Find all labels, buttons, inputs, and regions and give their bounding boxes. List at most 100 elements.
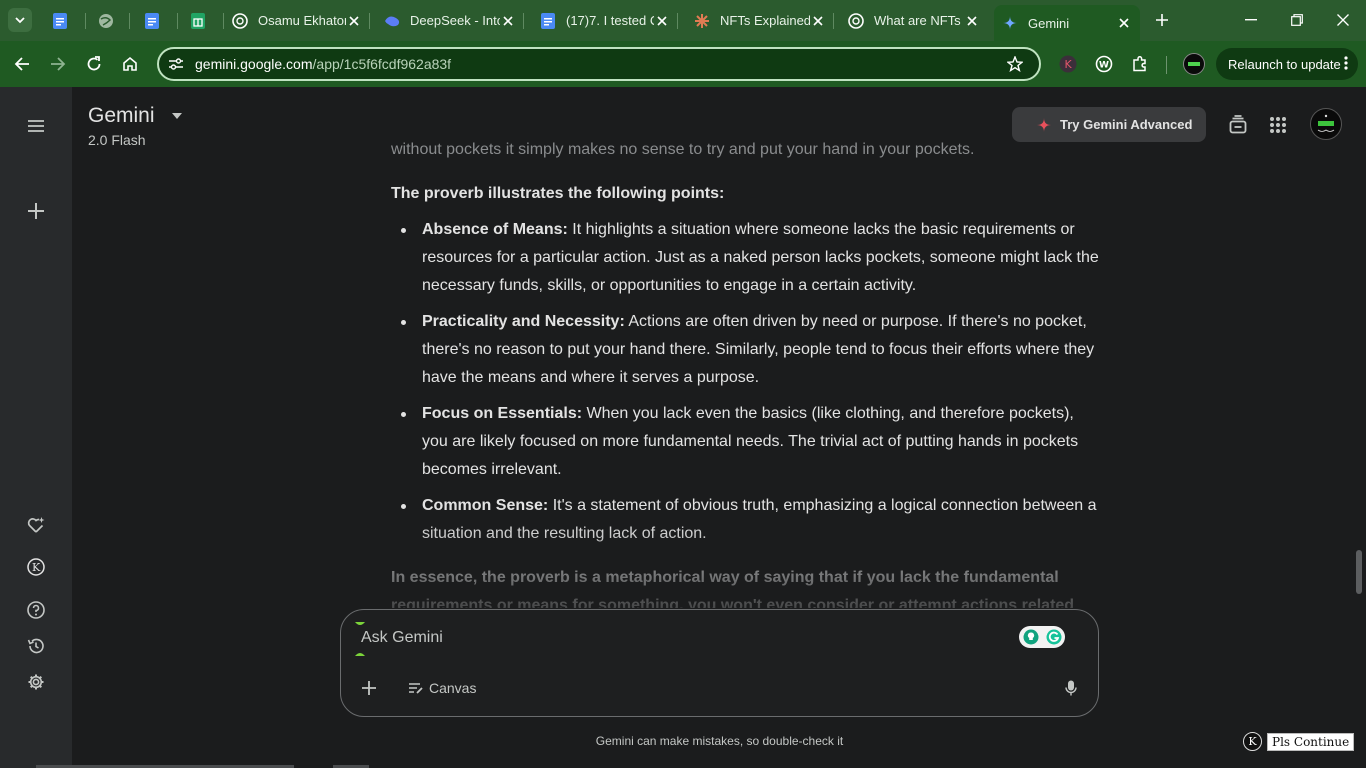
heart-sparkle-icon: [27, 517, 45, 533]
restore-icon: [1291, 14, 1303, 26]
tab-title: DeepSeek - Into: [410, 13, 500, 28]
grammarly-marker-icon: [355, 653, 365, 656]
grammarly-icon: [1046, 629, 1061, 645]
docs-icon: [540, 12, 556, 29]
tab-docs-2[interactable]: [136, 5, 178, 36]
more-vert-icon: [1344, 55, 1348, 73]
bookmark-star-icon[interactable]: [1003, 52, 1027, 76]
address-bar[interactable]: gemini.google.com/app/1c5f6fcdf962a83f: [157, 47, 1041, 81]
prompt-box[interactable]: Ask Gemini Canvas: [340, 609, 1099, 717]
k-extension-icon: K: [27, 558, 45, 576]
summary-paragraph: In essence, the proverb is a metaphorica…: [391, 569, 1075, 608]
reload-button[interactable]: [80, 50, 108, 78]
apps-grid-icon: [1270, 117, 1286, 133]
tab-osamu[interactable]: Osamu Ekhator: [224, 5, 370, 36]
tab-search-button[interactable]: [8, 8, 32, 32]
openai-icon: [232, 12, 248, 29]
new-chat-button[interactable]: [22, 197, 50, 225]
tab-deepseek[interactable]: DeepSeek - Into: [376, 5, 524, 36]
try-gemini-advanced-button[interactable]: Try Gemini Advanced: [1012, 107, 1206, 142]
deepseek-icon: [384, 13, 400, 29]
k-extension-icon: K: [1059, 55, 1077, 73]
tab-gemini[interactable]: Gemini: [994, 5, 1140, 41]
grammarly-widget[interactable]: [1019, 626, 1065, 648]
forward-button[interactable]: [44, 50, 72, 78]
restore-button[interactable]: [1274, 6, 1320, 34]
puzzle-icon: [1133, 55, 1146, 72]
tab-nfts-explained[interactable]: NFTs Explained: [686, 5, 834, 36]
docs-icon: [144, 12, 160, 29]
share-button[interactable]: [1225, 112, 1251, 138]
history-icon: [27, 638, 44, 654]
claude-icon: [694, 13, 710, 29]
pls-continue-label[interactable]: Pls Continue: [1267, 732, 1355, 751]
close-icon[interactable]: [964, 13, 980, 29]
close-icon[interactable]: [1116, 15, 1132, 31]
profile-avatar-icon: [1183, 53, 1205, 75]
canvas-icon: [407, 679, 425, 697]
back-button[interactable]: [8, 50, 36, 78]
activity-button[interactable]: [22, 632, 50, 660]
settings-button[interactable]: [22, 668, 50, 696]
clipped-paragraph: without pockets it simply makes no sense…: [391, 141, 975, 158]
tab-docs-tested[interactable]: (17)7. I tested C: [532, 5, 678, 36]
plus-icon: [1156, 14, 1168, 26]
svg-text:W: W: [1099, 61, 1109, 71]
extension-w-button[interactable]: W: [1092, 52, 1116, 76]
help-button[interactable]: [22, 596, 50, 624]
tab-globe[interactable]: [90, 5, 130, 36]
gemini-icon: [1002, 15, 1018, 31]
point-term: Practicality and Necessity:: [422, 313, 625, 330]
new-tab-button[interactable]: [1150, 8, 1174, 32]
tab-title: Osamu Ekhator: [258, 13, 346, 28]
close-window-button[interactable]: [1320, 6, 1366, 34]
profile-button[interactable]: [1182, 52, 1206, 76]
sparkle-icon: [1036, 117, 1052, 133]
tab-docs-1[interactable]: [44, 5, 86, 36]
url-text: gemini.google.com/app/1c5f6fcdf962a83f: [195, 56, 1003, 72]
minimize-button[interactable]: [1228, 6, 1274, 34]
close-icon[interactable]: [654, 13, 670, 29]
tab-strip: Osamu Ekhator DeepSeek - Into (17)7. I t…: [0, 0, 1366, 41]
avatar-image-icon: [1317, 114, 1335, 132]
extension-k-button[interactable]: K: [1056, 52, 1080, 76]
w-extension-icon: W: [1095, 55, 1113, 73]
relaunch-button[interactable]: Relaunch to update: [1216, 48, 1358, 80]
account-avatar[interactable]: [1310, 108, 1342, 140]
globe-icon: [98, 13, 114, 29]
main-menu-button[interactable]: [22, 112, 50, 140]
gear-icon: [28, 674, 44, 690]
pls-continue-widget[interactable]: K Pls Continue: [1243, 732, 1355, 751]
close-icon[interactable]: [500, 13, 516, 29]
home-button[interactable]: [116, 50, 144, 78]
home-icon: [123, 56, 137, 71]
browser-toolbar: gemini.google.com/app/1c5f6fcdf962a83f K…: [0, 41, 1366, 87]
tab-sheets[interactable]: [182, 5, 224, 36]
points-list: Absence of Means: It highlights a situat…: [391, 216, 1103, 556]
gems-button[interactable]: [22, 511, 50, 539]
site-info-icon[interactable]: [165, 53, 187, 75]
list-item: Practicality and Necessity: Actions are …: [401, 308, 1103, 392]
share-stack-icon: [1229, 115, 1247, 134]
close-icon: [1337, 14, 1349, 26]
prompt-input[interactable]: Ask Gemini: [361, 629, 443, 647]
list-item: Common Sense: It's a statement of obviou…: [401, 492, 1103, 548]
add-attachment-button[interactable]: [357, 676, 381, 700]
google-apps-button[interactable]: [1265, 112, 1291, 138]
model-name: 2.0 Flash: [88, 132, 146, 148]
arrow-right-icon: [51, 57, 66, 71]
scrollbar-thumb[interactable]: [1356, 550, 1362, 594]
try-advanced-label: Try Gemini Advanced: [1060, 117, 1193, 132]
app-title: Gemini: [88, 104, 155, 127]
microphone-button[interactable]: [1059, 676, 1083, 700]
list-item: Focus on Essentials: When you lack even …: [401, 400, 1103, 484]
tab-what-are-nfts[interactable]: What are NFTs: [840, 5, 988, 36]
close-icon[interactable]: [346, 13, 362, 29]
k-extension-sidebar-button[interactable]: K: [22, 553, 50, 581]
canvas-button[interactable]: Canvas: [407, 676, 476, 700]
close-icon[interactable]: [810, 13, 826, 29]
caret-down-icon: [169, 108, 185, 124]
grammarly-marker-icon: [355, 622, 365, 625]
extensions-button[interactable]: [1128, 52, 1152, 76]
app-switcher[interactable]: Gemini: [88, 104, 185, 128]
